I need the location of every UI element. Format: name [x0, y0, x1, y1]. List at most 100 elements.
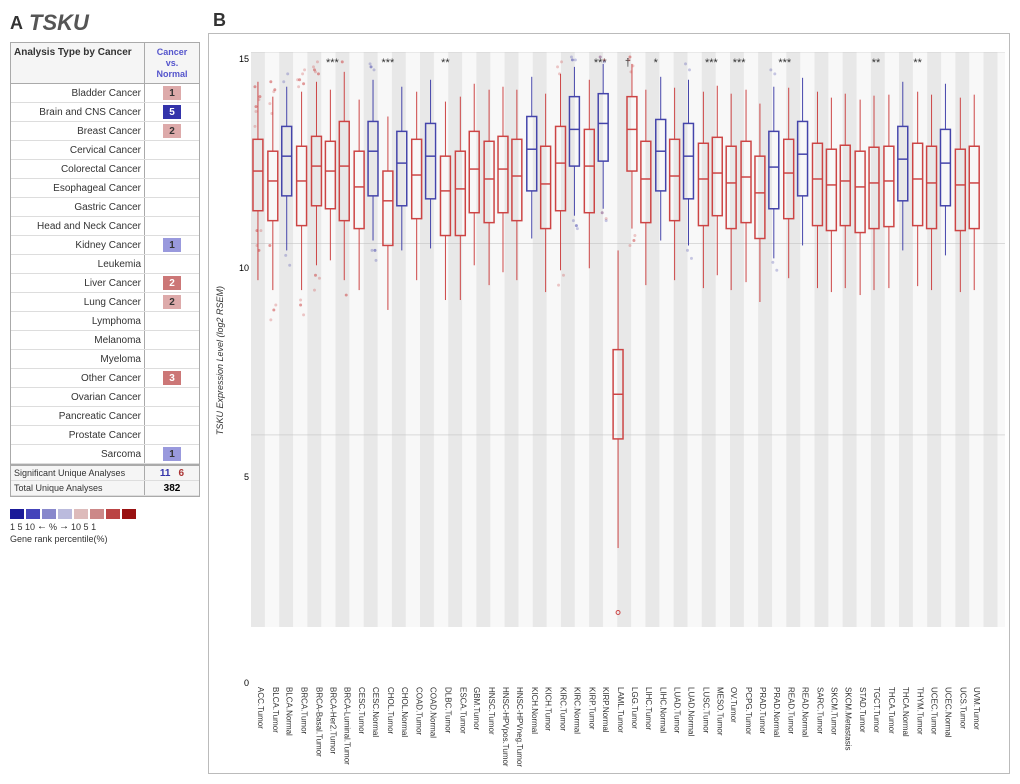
row-badge	[144, 198, 199, 216]
svg-text:BRCA-Basal.Tumor: BRCA-Basal.Tumor	[314, 687, 323, 757]
row-label: Lung Cancer	[11, 295, 144, 310]
row-badge	[144, 312, 199, 330]
row-label: Leukemia	[11, 257, 144, 272]
row-badge: 1	[144, 84, 199, 102]
badge: 1	[163, 238, 181, 252]
svg-text:THCA.Tumor: THCA.Tumor	[887, 687, 896, 734]
table-row: Melanoma	[11, 331, 199, 350]
row-label: Head and Neck Cancer	[11, 219, 144, 234]
sig-row: Significant Unique Analyses 11 6	[11, 464, 199, 481]
y-axis-label: TSKU Expression Level (log2 RSEM)	[215, 286, 225, 435]
sig-marker-brca-basal: ***	[326, 57, 339, 69]
badge: 5	[163, 105, 181, 119]
svg-text:KICH.Tumor: KICH.Tumor	[544, 687, 553, 731]
legend-blue-light	[58, 509, 72, 519]
row-label: Esophageal Cancer	[11, 181, 144, 196]
table-row: Gastric Cancer	[11, 198, 199, 217]
svg-text:STAD.Tumor: STAD.Tumor	[858, 687, 867, 733]
col-cancer-vs-header: Cancervs.Normal	[144, 43, 199, 83]
badge: 2	[163, 276, 181, 290]
y-tick-5: 5	[244, 472, 249, 482]
badge: 3	[163, 371, 181, 385]
svg-text:COAD.Tumor: COAD.Tumor	[415, 687, 424, 735]
row-badge	[144, 331, 199, 349]
sig-blue-val: 11	[160, 468, 171, 479]
row-label: Myeloma	[11, 352, 144, 367]
svg-text:HNSC-HPVneg.Tumor: HNSC-HPVneg.Tumor	[515, 687, 524, 767]
table-row: Lymphoma	[11, 312, 199, 331]
svg-text:ACC.Tumor: ACC.Tumor	[256, 687, 265, 729]
row-badge: 2	[144, 293, 199, 311]
total-label: Total Unique Analyses	[11, 481, 144, 495]
legend: 1 5 10 ← % → 10 5 1 Gene rank percentile…	[10, 509, 200, 544]
svg-text:UVM.Tumor: UVM.Tumor	[972, 687, 981, 730]
table-row: Leukemia	[11, 255, 199, 274]
svg-text:KIRC.Normal: KIRC.Normal	[572, 687, 581, 734]
svg-text:BRCA-Luminal.Tumor: BRCA-Luminal.Tumor	[342, 687, 351, 765]
row-badge	[144, 179, 199, 197]
row-label: Ovarian Cancer	[11, 390, 144, 405]
row-label: Liver Cancer	[11, 276, 144, 291]
row-badge: 2	[144, 122, 199, 140]
sig-red-val: 6	[179, 468, 185, 479]
svg-text:SKCM.Metastasis: SKCM.Metastasis	[843, 687, 852, 750]
sig-marker-cesc: **	[441, 57, 450, 69]
svg-text:CHOL.Tumor: CHOL.Tumor	[386, 687, 395, 735]
gene-name: TSKU	[29, 10, 89, 36]
svg-text:BLCA.Tumor: BLCA.Tumor	[271, 687, 280, 733]
table-row: Head and Neck Cancer	[11, 217, 199, 236]
left-panel: A TSKU Analysis Type by Cancer Cancervs.…	[10, 10, 200, 774]
row-badge: 5	[144, 103, 199, 121]
svg-text:CHOL.Normal: CHOL.Normal	[400, 687, 409, 737]
table-header: Analysis Type by Cancer Cancervs.Normal	[11, 43, 199, 84]
svg-text:TGCT.Tumor: TGCT.Tumor	[872, 687, 881, 733]
legend-red-darkest	[122, 509, 136, 519]
sig-marker-kirp: ***	[733, 57, 746, 69]
legend-label: Gene rank percentile(%)	[10, 534, 200, 544]
row-badge: 1	[144, 236, 199, 254]
svg-text:LIHC.Normal: LIHC.Normal	[659, 687, 668, 733]
sig-marker-brca-luminal: ***	[382, 57, 395, 69]
table-row: Cervical Cancer	[11, 141, 199, 160]
row-label: Bladder Cancer	[11, 86, 144, 101]
row-label: Melanoma	[11, 333, 144, 348]
svg-text:GBM.Tumor: GBM.Tumor	[472, 687, 481, 731]
table-row: Liver Cancer 2	[11, 274, 199, 293]
svg-text:KIRP.Normal: KIRP.Normal	[601, 687, 610, 733]
chart-area: TSKU Expression Level (log2 RSEM) 15 10 …	[208, 33, 1010, 774]
svg-text:ESCA.Tumor: ESCA.Tumor	[458, 687, 467, 734]
table-row: Ovarian Cancer	[11, 388, 199, 407]
sig-marker-kirc: ***	[705, 57, 718, 69]
svg-text:READ.Tumor: READ.Tumor	[787, 687, 796, 735]
svg-text:OV.Tumor: OV.Tumor	[729, 687, 738, 723]
svg-text:PCPG.Tumor: PCPG.Tumor	[744, 687, 753, 735]
table-row: Breast Cancer 2	[11, 122, 199, 141]
svg-text:BLCA.Normal: BLCA.Normal	[285, 687, 294, 736]
svg-text:LUAD.Tumor: LUAD.Tumor	[673, 687, 682, 734]
svg-text:LUSC.Tumor: LUSC.Tumor	[701, 687, 710, 734]
table-row: Myeloma	[11, 350, 199, 369]
sig-marker-read: **	[872, 57, 881, 69]
row-badge	[144, 160, 199, 178]
svg-text:LAML.Tumor: LAML.Tumor	[616, 687, 625, 733]
table-row: Lung Cancer 2	[11, 293, 199, 312]
svg-text:CESC.Tumor: CESC.Tumor	[357, 687, 366, 735]
section-a-label: A	[10, 13, 23, 34]
x-labels: ACC.Tumor BLCA.Tumor BLCA.Normal BRCA.Tu…	[251, 685, 1005, 773]
row-badge	[144, 407, 199, 425]
svg-text:LGG.Tumor: LGG.Tumor	[630, 687, 639, 729]
row-badge	[144, 350, 199, 368]
row-label: Brain and CNS Cancer	[11, 105, 144, 120]
legend-red-light	[74, 509, 88, 519]
row-badge: 2	[144, 274, 199, 292]
sig-marker-skcm: **	[913, 57, 922, 69]
svg-text:THYM.Tumor: THYM.Tumor	[916, 687, 925, 735]
row-label: Lymphoma	[11, 314, 144, 329]
sig-label: Significant Unique Analyses	[11, 466, 144, 480]
svg-text:KIRC.Tumor: KIRC.Tumor	[559, 687, 568, 731]
y-axis-label-wrapper: TSKU Expression Level (log2 RSEM)	[211, 34, 229, 688]
total-row: Total Unique Analyses 382	[11, 481, 199, 496]
svg-text:UCS.Tumor: UCS.Tumor	[958, 687, 967, 729]
svg-text:HNSC.Tumor: HNSC.Tumor	[487, 687, 496, 735]
svg-text:READ.Normal: READ.Normal	[801, 687, 810, 737]
